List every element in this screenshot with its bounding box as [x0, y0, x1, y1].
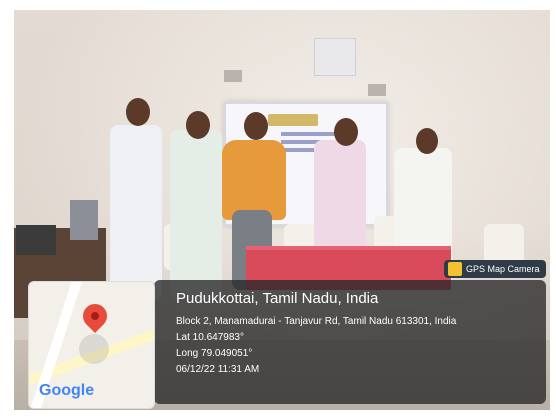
ceiling-projector	[314, 38, 356, 76]
screen-logo	[268, 114, 318, 126]
badge-label: GPS Map Camera	[466, 264, 540, 274]
person-head	[334, 118, 358, 146]
person-head	[186, 111, 210, 139]
map-pin-icon	[78, 299, 112, 333]
person-head	[416, 128, 438, 154]
person-head	[244, 112, 268, 140]
computer-cpu	[70, 200, 98, 240]
google-logo: Google	[39, 382, 95, 399]
location-datetime: 06/12/22 11:31 AM	[176, 364, 260, 375]
map-camera-icon	[448, 262, 462, 276]
computer-monitor	[16, 225, 56, 255]
gps-map-camera-badge: GPS Map Camera	[444, 260, 546, 278]
location-title: Pudukkottai, Tamil Nadu, India	[176, 290, 379, 307]
location-address: Block 2, Manamadurai - Tanjavur Rd, Tami…	[176, 316, 457, 327]
map-thumbnail: Google	[28, 281, 155, 409]
screenshot-frame: GPS Map Camera Google Pudukkottai, Tamil…	[0, 0, 556, 418]
location-longitude: Long 79.049051°	[176, 348, 253, 359]
person	[170, 130, 222, 300]
wall-speaker-left	[224, 70, 242, 82]
person-head	[126, 98, 150, 126]
wall-speaker-right	[368, 84, 386, 96]
honor-shawl	[222, 140, 286, 220]
map-pin-shadow-icon	[79, 334, 109, 364]
person	[110, 125, 162, 300]
location-latitude: Lat 10.647983°	[176, 332, 244, 343]
